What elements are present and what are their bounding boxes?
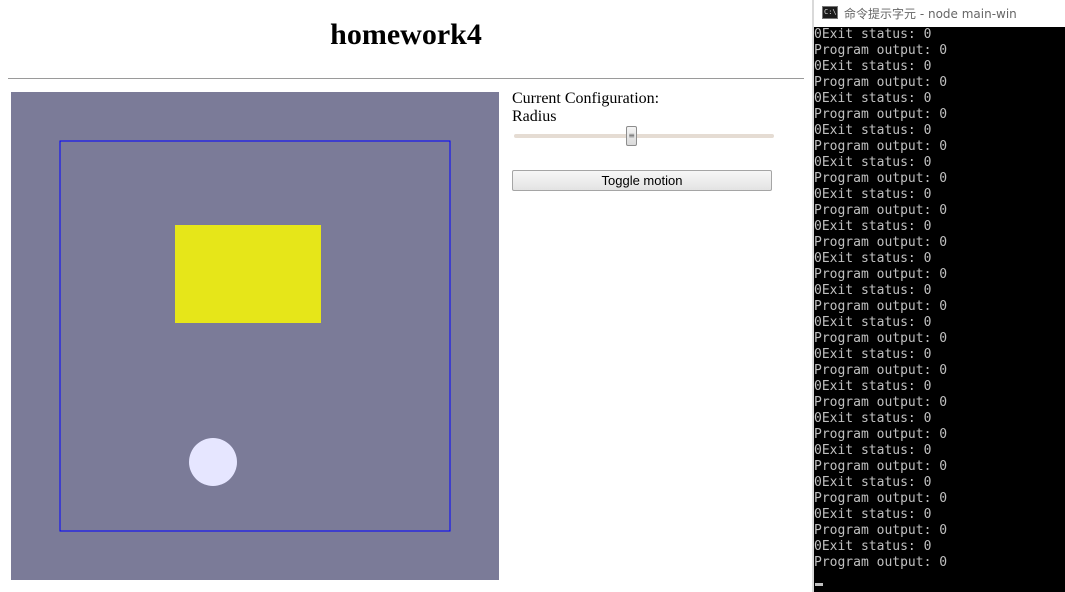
cmd-icon: C:\ [822, 6, 838, 19]
console-line: Program output: 0 [814, 331, 948, 346]
yellow-rectangle [175, 225, 321, 323]
console-line: Program output: 0 [814, 139, 948, 154]
console-line: Program output: 0 [814, 267, 948, 282]
console-line: Program output: 0 [814, 427, 948, 442]
console-line: 0Exit status: 0 [814, 187, 932, 202]
console-window[interactable]: C:\ 命令提示字元 - node main-win 0Exit status:… [814, 0, 1065, 592]
console-window-title: 命令提示字元 - node main-win [844, 7, 1017, 21]
console-line: 0Exit status: 0 [814, 91, 932, 106]
console-line: 0Exit status: 0 [814, 59, 932, 74]
console-line: 0Exit status: 0 [814, 411, 932, 426]
console-line: Program output: 0 [814, 555, 948, 570]
console-line: 0Exit status: 0 [814, 347, 932, 362]
radius-label: Radius [512, 108, 557, 125]
console-line: Program output: 0 [814, 203, 948, 218]
canvas-background [11, 92, 499, 580]
console-line: Program output: 0 [814, 523, 948, 538]
console-line: 0Exit status: 0 [814, 475, 932, 490]
moving-circle [189, 438, 237, 486]
console-line: Program output: 0 [814, 75, 948, 90]
console-line: Program output: 0 [814, 235, 948, 250]
console-line: 0Exit status: 0 [814, 251, 932, 266]
console-line: 0Exit status: 0 [814, 123, 932, 138]
console-line: 0Exit status: 0 [814, 219, 932, 234]
console-line: Program output: 0 [814, 363, 948, 378]
slider-track[interactable] [514, 134, 774, 138]
console-line: 0Exit status: 0 [814, 379, 932, 394]
console-cursor [815, 583, 823, 586]
console-lines: 0Exit status: 0 Program output: 0 0Exit st… [814, 27, 947, 571]
console-line: 0Exit status: 0 [814, 27, 932, 42]
console-output[interactable]: 0Exit status: 0 Program output: 0 0Exit st… [814, 27, 1065, 592]
slider-thumb[interactable]: ≡ [626, 126, 638, 146]
console-line: 0Exit status: 0 [814, 155, 932, 170]
console-line: 0Exit status: 0 [814, 315, 932, 330]
console-line: 0Exit status: 0 [814, 283, 932, 298]
console-line: Program output: 0 [814, 491, 948, 506]
config-heading: Current Configuration: [512, 90, 660, 107]
console-line: Program output: 0 [814, 395, 948, 410]
console-line: 0Exit status: 0 [814, 443, 932, 458]
console-titlebar[interactable]: C:\ 命令提示字元 - node main-win [814, 0, 1065, 27]
scene-canvas[interactable] [11, 92, 499, 580]
console-line: Program output: 0 [814, 459, 948, 474]
console-line: Program output: 0 [814, 43, 948, 58]
radius-slider[interactable]: ≡ [512, 126, 776, 146]
browser-window: homework4 Current Configuration: Radius … [0, 0, 812, 592]
console-line: Program output: 0 [814, 171, 948, 186]
toggle-motion-button[interactable]: Toggle motion [512, 170, 772, 191]
console-line: 0Exit status: 0 [814, 507, 932, 522]
page-title: homework4 [330, 18, 482, 51]
console-line: Program output: 0 [814, 107, 948, 122]
console-line: 0Exit status: 0 [814, 539, 932, 554]
console-line: Program output: 0 [814, 299, 948, 314]
config-panel: Current Configuration: Radius [512, 90, 792, 126]
title-divider [8, 78, 804, 79]
